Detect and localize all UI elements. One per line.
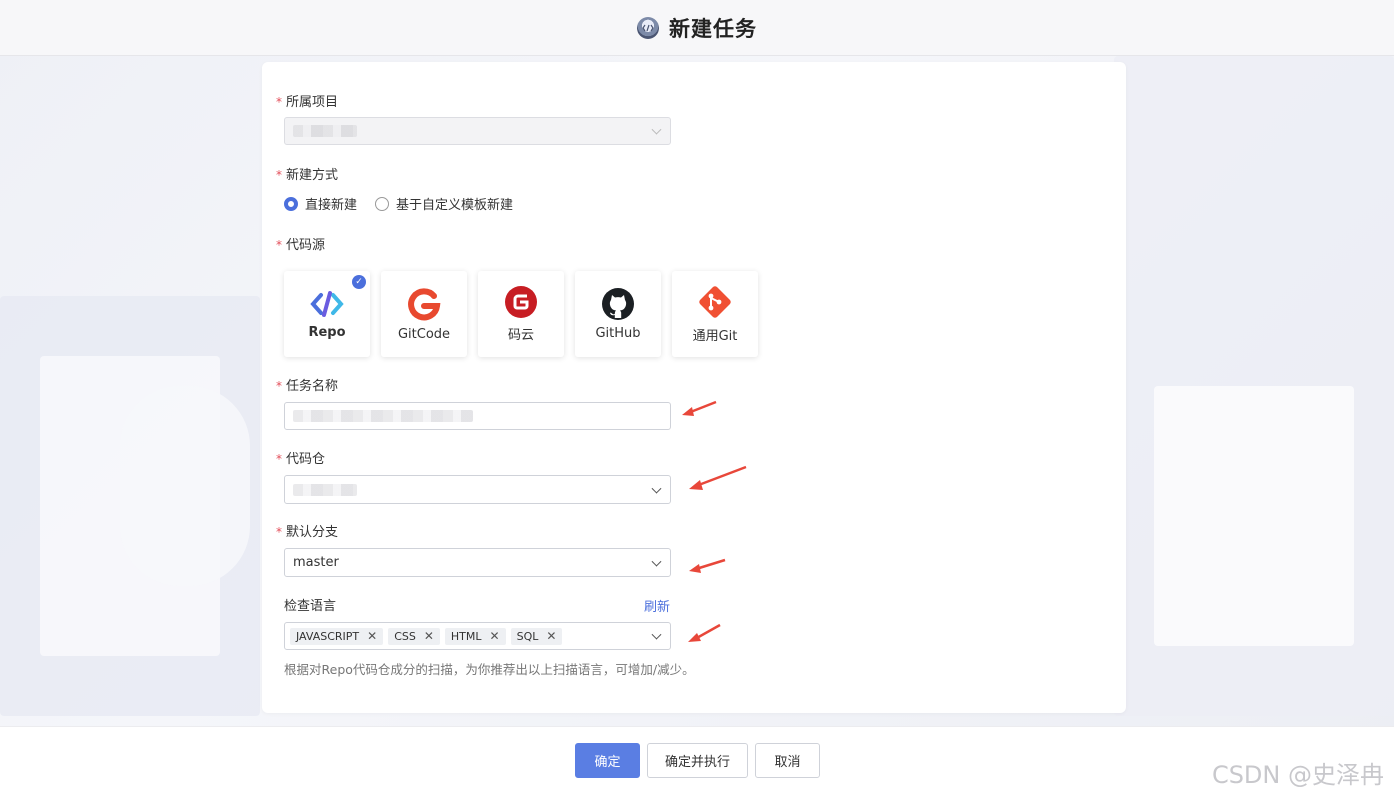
source-gitee[interactable]: 码云 xyxy=(478,271,564,357)
create-mode-label: * 新建方式 xyxy=(276,168,339,183)
gitcode-icon xyxy=(408,287,441,320)
code-repo-select[interactable] xyxy=(284,475,671,504)
task-form-card: * 所属项目 * 新建方式 直接新建 基于自定义模板新建 * 代码源 ✓ Repo xyxy=(262,62,1126,713)
annotation-arrow-icon xyxy=(688,623,721,642)
refresh-link[interactable]: 刷新 xyxy=(644,596,670,615)
close-icon[interactable]: ✕ xyxy=(424,629,434,643)
watermark: CSDN @史泽冉 xyxy=(1211,761,1384,789)
default-branch-value: master xyxy=(293,555,339,570)
source-gitcode[interactable]: GitCode xyxy=(381,271,467,357)
check-language-label: 检查语言 xyxy=(284,599,337,614)
git-icon xyxy=(699,285,731,318)
radio-checked-icon xyxy=(284,196,298,211)
annotation-arrow-icon xyxy=(689,558,726,573)
task-name-input[interactable] xyxy=(284,402,671,430)
create-mode-radio-group: 直接新建 基于自定义模板新建 xyxy=(284,194,513,213)
language-tag: CSS ✕ xyxy=(388,627,440,645)
close-icon[interactable]: ✕ xyxy=(367,629,377,643)
page-title: 新建任务 xyxy=(669,16,757,41)
repo-icon xyxy=(310,290,344,317)
default-branch-label: * 默认分支 xyxy=(276,525,339,540)
check-icon: ✓ xyxy=(352,275,366,289)
check-language-hint: 根据对Repo代码仓成分的扫描，为你推荐出以上扫描语言，可增加/减少。 xyxy=(284,662,695,677)
chevron-down-icon xyxy=(651,629,662,640)
language-tag: HTML ✕ xyxy=(444,627,506,645)
chevron-down-icon xyxy=(651,483,662,494)
code-repo-label: * 代码仓 xyxy=(276,452,326,467)
radio-direct-create[interactable]: 直接新建 xyxy=(284,194,357,213)
close-icon[interactable]: ✕ xyxy=(490,629,500,643)
project-label: * 所属项目 xyxy=(276,95,339,110)
check-language-select[interactable]: JAVASCRIPT ✕ CSS ✕ HTML ✕ SQL ✕ xyxy=(284,622,671,650)
source-repo[interactable]: ✓ Repo xyxy=(284,271,370,357)
cancel-button[interactable]: 取消 xyxy=(755,743,820,778)
task-name-label: * 任务名称 xyxy=(276,379,339,394)
language-tag: SQL ✕ xyxy=(510,627,563,645)
code-source-label: * 代码源 xyxy=(276,238,326,253)
radio-unchecked-icon xyxy=(375,196,390,211)
radio-template-create[interactable]: 基于自定义模板新建 xyxy=(375,194,513,213)
page-header: 新建任务 xyxy=(0,0,1394,56)
confirm-run-button[interactable]: 确定并执行 xyxy=(647,743,748,778)
default-branch-select[interactable]: master xyxy=(284,548,671,577)
source-generic-git[interactable]: 通用Git xyxy=(672,271,758,357)
annotation-arrow-icon xyxy=(682,400,717,416)
source-github[interactable]: GitHub xyxy=(575,271,661,357)
chevron-down-icon xyxy=(651,556,662,567)
close-icon[interactable]: ✕ xyxy=(546,629,556,643)
confirm-button[interactable]: 确定 xyxy=(575,743,640,778)
annotation-arrow-icon xyxy=(689,465,747,490)
project-select[interactable] xyxy=(284,117,671,145)
footer-bar: 确定 确定并执行 取消 CSDN @史泽冉 xyxy=(0,726,1394,794)
chevron-down-icon xyxy=(651,124,662,135)
language-tag: JAVASCRIPT ✕ xyxy=(290,627,384,645)
gitee-icon xyxy=(505,285,537,318)
code-source-options: ✓ Repo GitCode 码云 GitHub 通用Git xyxy=(284,271,758,357)
task-logo-icon xyxy=(637,16,659,39)
github-icon xyxy=(602,287,634,320)
